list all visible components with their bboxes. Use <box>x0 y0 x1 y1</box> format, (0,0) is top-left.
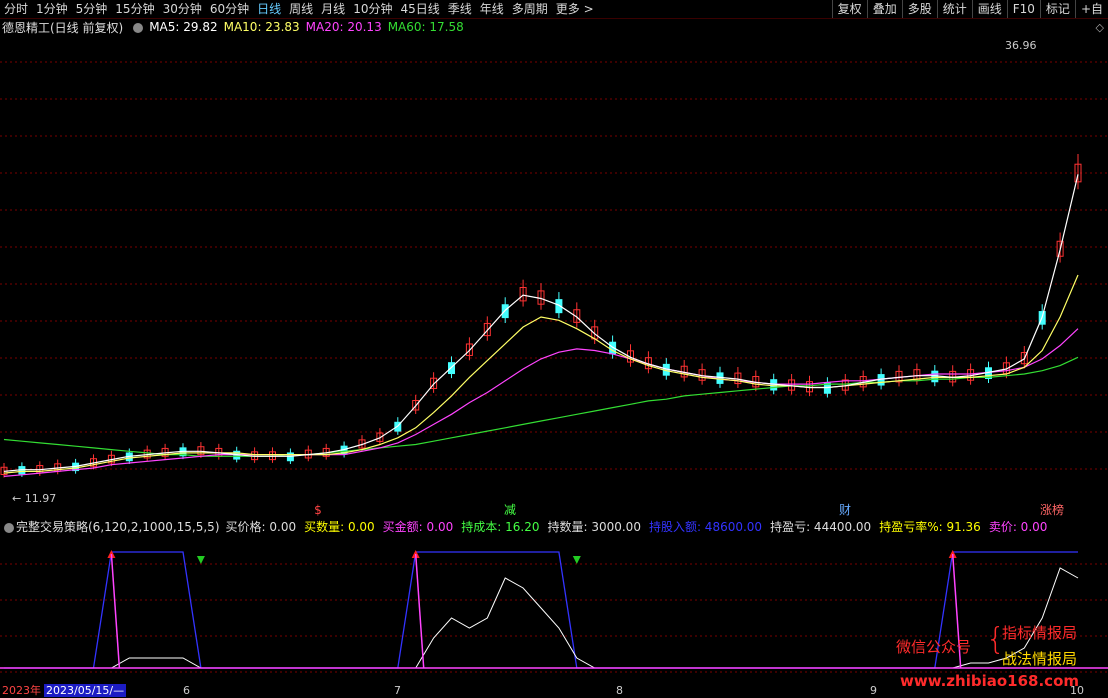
month-label: 9 <box>870 684 877 697</box>
period-tabs: 分时 1分钟 5分钟 15分钟 30分钟 60分钟 日线 周线 月线 10分钟 45日线 季线 年线 多周… <box>0 0 598 18</box>
event-marker: 财 <box>839 503 851 516</box>
period-tab-10[interactable]: 45日线 <box>396 0 443 18</box>
period-tab-9[interactable]: 10分钟 <box>349 0 396 18</box>
period-tab-3[interactable]: 15分钟 <box>111 0 158 18</box>
main-chart-infobar: 德恩精工(日线 前复权) MA5: 29.82 MA10: 23.83 MA20… <box>0 19 470 35</box>
watermark: 微信公众号 { 指标情报局 战法情报局 <box>890 620 1104 668</box>
period-tab-1[interactable]: 1分钟 <box>32 0 72 18</box>
ma20-label: MA20: 20.13 <box>305 20 382 34</box>
indicator-field-1: 买数量: 0.00 <box>304 520 375 534</box>
high-price-label: 36.96 <box>1005 39 1037 52</box>
indicator-field-0: 买价格: 0.00 <box>225 520 297 534</box>
settings-circle-icon[interactable] <box>133 23 144 33</box>
right-toolbar: 复权 叠加 多股 统计 画线 F10 标记 +自 <box>831 0 1108 18</box>
stock-name: 德恩精工(日线 前复权) <box>2 20 124 35</box>
indicator-field-2: 买金额: 0.00 <box>382 520 454 534</box>
month-label: 6 <box>183 684 190 697</box>
period-tab-2[interactable]: 5分钟 <box>72 0 112 18</box>
period-tab-14[interactable]: 更多 > <box>552 0 598 18</box>
ma5-line <box>3 174 1079 472</box>
buy-signal-line <box>110 553 121 669</box>
top-toolbar: 分时 1分钟 5分钟 15分钟 30分钟 60分钟 日线 周线 月线 10分钟 45日线 季线 年线 多周… <box>0 0 1108 19</box>
indicator-field-3: 持成本: 16.20 <box>461 520 540 534</box>
toolbar-button-6[interactable]: 标记 <box>1039 0 1075 18</box>
watermark-wechat: 微信公众号 <box>896 638 972 656</box>
event-marker: 涨榜 <box>1040 502 1064 516</box>
toolbar-button-1[interactable]: 叠加 <box>866 0 902 18</box>
indicator-infobar: 完整交易策略(6,120,2,1000,15,5,5) 买价格: 0.00 买数量… <box>0 519 1051 534</box>
event-marker: 减 <box>504 503 516 516</box>
indicator-settings-icon[interactable] <box>4 522 14 533</box>
period-tab-13[interactable]: 多周期 <box>508 0 552 18</box>
watermark-site: www.zhibiao168.com <box>900 672 1080 690</box>
ma10-label: MA10: 23.83 <box>223 20 300 34</box>
indicator-fields: 买价格: 0.00 买数量: 0.00 买金额: 0.00 持成本: 16.20 持数量… <box>226 518 1050 535</box>
sell-arrow-icon <box>196 556 205 564</box>
period-tab-7[interactable]: 周线 <box>285 0 317 18</box>
indicator-field-7: 持盈亏率%: 91.36 <box>879 520 981 534</box>
diamond-icon[interactable]: ◇ <box>1096 21 1104 34</box>
candlestick-chart[interactable]: 36.96 ← 11.97 $ 减 财 涨榜 <box>0 36 1108 516</box>
ma60-label: MA60: 17.58 <box>387 20 464 34</box>
month-label: 8 <box>616 684 623 697</box>
period-tab-4[interactable]: 30分钟 <box>159 0 206 18</box>
period-tab-11[interactable]: 季线 <box>444 0 476 18</box>
month-label: 7 <box>394 684 401 697</box>
ma5-label: MA5: 29.82 <box>149 20 218 34</box>
watermark-line2: 战法情报局 <box>1002 650 1078 668</box>
toolbar-button-4[interactable]: 画线 <box>971 0 1007 18</box>
toolbar-button-5[interactable]: F10 <box>1006 0 1040 18</box>
period-tab-12[interactable]: 年线 <box>476 0 508 18</box>
year-label: 2023年 <box>2 684 41 697</box>
event-marker: $ <box>314 503 322 516</box>
period-tab-8[interactable]: 月线 <box>317 0 349 18</box>
indicator-field-8: 卖价: 0.00 <box>988 520 1048 534</box>
low-price-label: ← 11.97 <box>12 492 56 505</box>
indicator-name: 完整交易策略(6,120,2,1000,15,5,5) <box>16 520 220 534</box>
toolbar-button-7[interactable]: +自 <box>1074 0 1108 18</box>
indicator-field-6: 持盈亏: 44400.00 <box>770 520 872 534</box>
period-tab-5[interactable]: 60分钟 <box>206 0 253 18</box>
buy-signal-line <box>414 553 425 669</box>
period-tab-6[interactable]: 日线 <box>253 0 285 18</box>
sell-arrow-icon <box>572 556 581 564</box>
period-tab-0[interactable]: 分时 <box>0 0 32 18</box>
indicator-field-4: 持数量: 3000.00 <box>547 520 641 534</box>
toolbar-button-3[interactable]: 统计 <box>936 0 972 18</box>
toolbar-button-2[interactable]: 多股 <box>901 0 937 18</box>
indicator-field-5: 持股入额: 48600.00 <box>648 520 763 534</box>
watermark-line1: 指标情报局 <box>1002 624 1078 642</box>
current-date: 2023/05/15/— <box>44 684 127 697</box>
toolbar-button-0[interactable]: 复权 <box>831 0 867 18</box>
